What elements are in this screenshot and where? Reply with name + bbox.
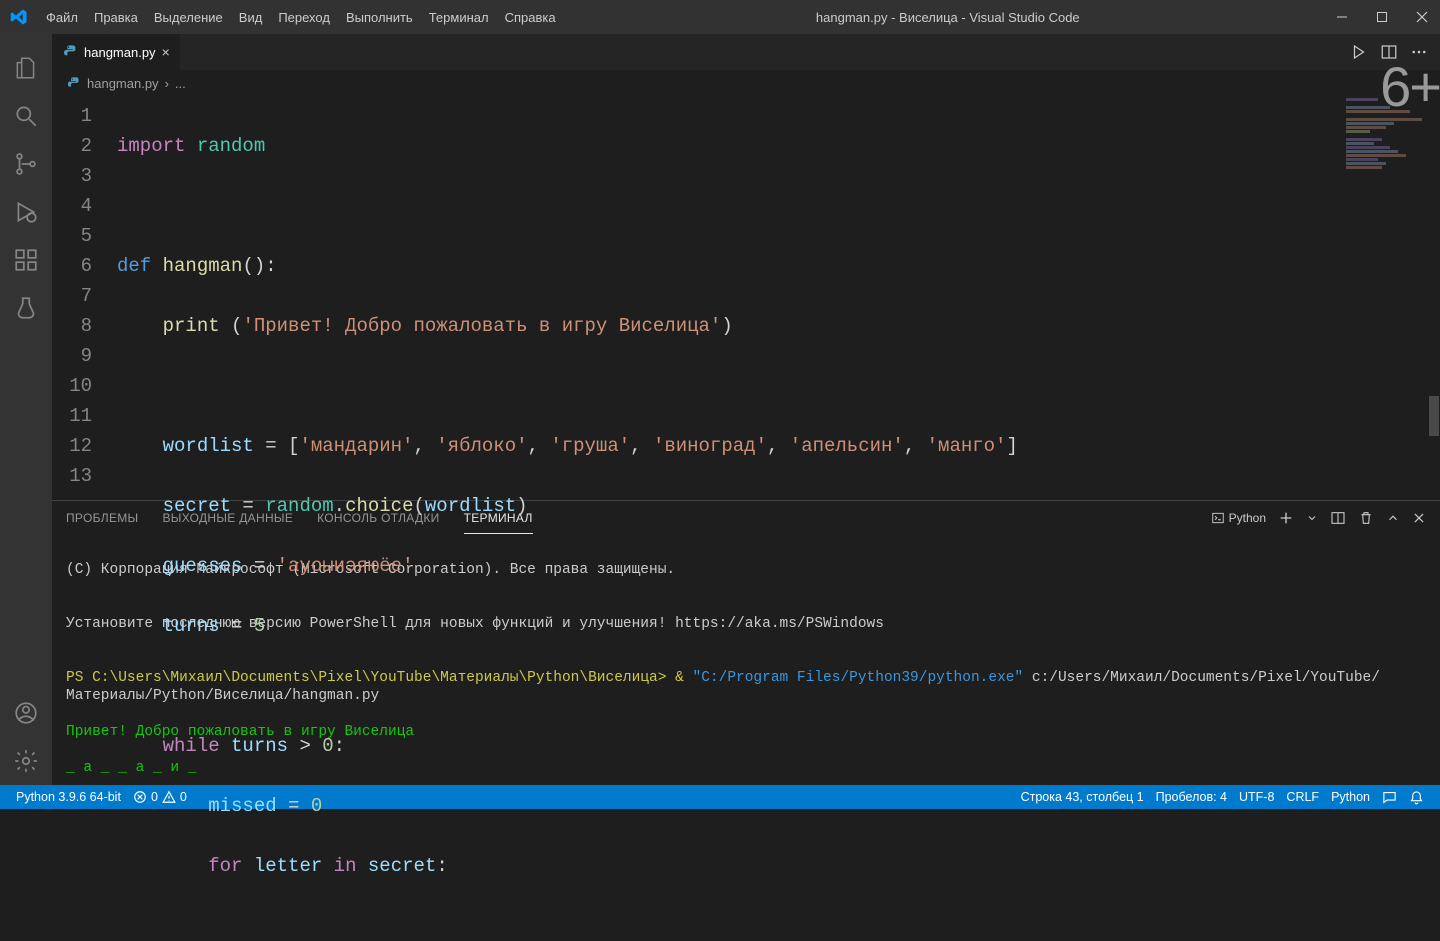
status-python-version[interactable]: Python 3.9.6 64-bit [10, 790, 127, 804]
testing-icon[interactable] [2, 284, 50, 332]
split-editor-icon[interactable] [1380, 43, 1398, 61]
menu-selection[interactable]: Выделение [146, 4, 231, 31]
more-actions-icon[interactable] [1410, 43, 1428, 61]
editor-tabs: hangman.py × [52, 34, 1440, 70]
maximize-button[interactable] [1372, 7, 1392, 27]
line-numbers: 1 2 3 4 5 6 7 8 9 10 11 12 13 [52, 96, 117, 500]
search-icon[interactable] [2, 92, 50, 140]
tab-close-icon[interactable]: × [162, 44, 170, 60]
close-button[interactable] [1412, 7, 1432, 27]
window-controls [1332, 7, 1432, 27]
window-title: hangman.py - Виселица - Visual Studio Co… [564, 10, 1332, 25]
menu-edit[interactable]: Правка [86, 4, 146, 31]
accounts-icon[interactable] [2, 689, 50, 737]
editor-area: 6+ hangman.py × [52, 34, 1440, 785]
run-debug-icon[interactable] [2, 188, 50, 236]
vertical-scrollbar[interactable] [1428, 96, 1440, 500]
title-bar: Файл Правка Выделение Вид Переход Выполн… [0, 0, 1440, 34]
menu-bar: Файл Правка Выделение Вид Переход Выполн… [38, 4, 564, 31]
source-control-icon[interactable] [2, 140, 50, 188]
python-file-icon [66, 76, 81, 91]
breadcrumb-file: hangman.py [87, 76, 159, 91]
main-area: 6+ hangman.py × [0, 34, 1440, 785]
editor-tab-hangman[interactable]: hangman.py × [52, 34, 181, 70]
menu-view[interactable]: Вид [231, 4, 271, 31]
activity-bar [0, 34, 52, 785]
minimap[interactable] [1346, 98, 1426, 178]
menu-go[interactable]: Переход [270, 4, 338, 31]
extensions-icon[interactable] [2, 236, 50, 284]
editor-actions [1350, 43, 1440, 61]
breadcrumb-separator: › [165, 76, 169, 91]
vscode-logo-icon [10, 8, 28, 26]
menu-terminal[interactable]: Терминал [421, 4, 497, 31]
run-file-icon[interactable] [1350, 43, 1368, 61]
menu-help[interactable]: Справка [497, 4, 564, 31]
breadcrumb[interactable]: hangman.py › ... [52, 70, 1440, 96]
code-editor[interactable]: 1 2 3 4 5 6 7 8 9 10 11 12 13 import ran… [52, 96, 1440, 500]
code-content[interactable]: import random def hangman(): print ('При… [117, 96, 1440, 500]
minimize-button[interactable] [1332, 7, 1352, 27]
settings-gear-icon[interactable] [2, 737, 50, 785]
python-file-icon [62, 44, 78, 60]
scrollbar-thumb[interactable] [1429, 396, 1439, 436]
menu-run[interactable]: Выполнить [338, 4, 421, 31]
explorer-icon[interactable] [2, 44, 50, 92]
menu-file[interactable]: Файл [38, 4, 86, 31]
tab-filename: hangman.py [84, 45, 156, 60]
breadcrumb-symbol: ... [175, 76, 186, 91]
